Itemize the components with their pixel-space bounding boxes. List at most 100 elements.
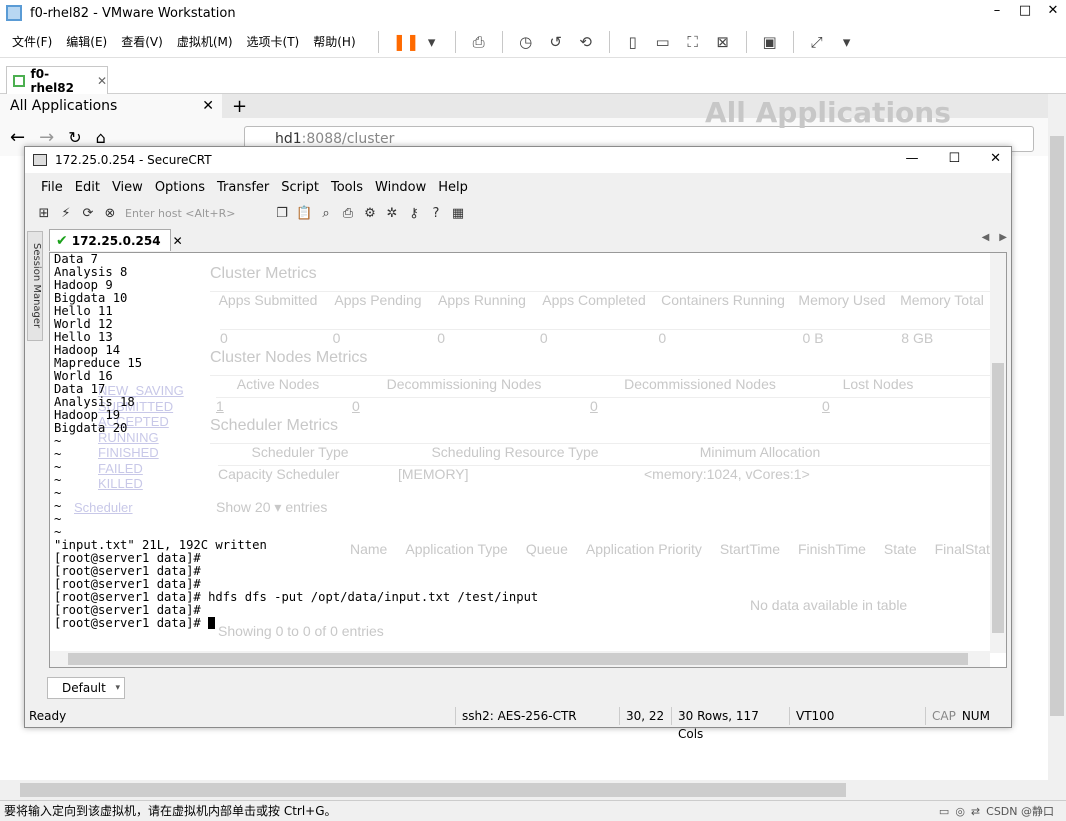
- terminal-line: ~: [54, 499, 62, 513]
- thumbnail-bar-icon[interactable]: ▭: [654, 33, 672, 51]
- terminal-output: Data 7 Analysis 8 Hadoop 9 Bigdata 10 Hello …: [54, 253, 538, 630]
- terminal-line: World 16: [54, 369, 113, 383]
- menu-file[interactable]: 文件(F): [12, 33, 52, 50]
- reload-icon[interactable]: ↻: [68, 128, 81, 147]
- securecrt-app-icon: [33, 154, 47, 166]
- tab-prev-icon[interactable]: ◀: [982, 232, 990, 243]
- revert-snapshot-icon[interactable]: ↺: [547, 33, 565, 51]
- session-tab[interactable]: ✔ 172.25.0.254 ✕: [49, 229, 183, 251]
- browser-tab-close-icon[interactable]: ✕: [202, 98, 214, 114]
- terminal-line: ~: [54, 447, 62, 461]
- console-view-icon[interactable]: ▣: [761, 33, 779, 51]
- crt-maximize-button[interactable]: ☐: [948, 151, 960, 166]
- status-cipher: ssh2: AES-256-CTR: [455, 707, 619, 725]
- crt-menu-script[interactable]: Script: [281, 180, 319, 195]
- maximize-button[interactable]: □: [1018, 3, 1032, 18]
- securecrt-window: 172.25.0.254 - SecureCRT — ☐ ✕ File Edit…: [24, 146, 1012, 741]
- menu-vm[interactable]: 虚拟机(M): [177, 33, 233, 50]
- menu-edit[interactable]: 编辑(E): [66, 33, 107, 50]
- find-icon[interactable]: ⌕: [318, 206, 334, 222]
- stretch-dropdown-icon[interactable]: ▾: [838, 33, 856, 51]
- terminal-line: Bigdata 10: [54, 291, 128, 305]
- home-icon[interactable]: ⌂: [96, 128, 106, 147]
- vm-vertical-scrollbar[interactable]: [1048, 94, 1066, 780]
- terminal-cursor: [208, 617, 216, 629]
- forward-icon[interactable]: →: [39, 127, 54, 148]
- vm-running-icon: [13, 74, 25, 87]
- reconnect-icon[interactable]: ⟳: [80, 206, 96, 222]
- disconnect-icon[interactable]: ⊗: [102, 206, 118, 222]
- tab-next-icon[interactable]: ▶: [999, 232, 1007, 243]
- crt-menu-window[interactable]: Window: [375, 180, 426, 195]
- vm-tab[interactable]: f0-rhel82 ✕: [6, 66, 108, 95]
- network-icon[interactable]: ⇄: [971, 801, 980, 821]
- status-terminal-type: VT100: [789, 707, 925, 725]
- crt-menu-help[interactable]: Help: [438, 180, 468, 195]
- back-icon[interactable]: ←: [10, 127, 25, 148]
- status-num: NUM: [961, 709, 990, 723]
- sftp-icon[interactable]: ▦: [450, 206, 466, 222]
- terminal-view[interactable]: Cluster Metrics Apps Submitted Apps Pend…: [49, 252, 1007, 668]
- browser-tab[interactable]: All Applications ✕: [0, 94, 222, 118]
- terminal-line: ~: [54, 460, 62, 474]
- key-icon[interactable]: ⚷: [406, 206, 422, 222]
- vm-horizontal-scrollbar[interactable]: [0, 780, 1048, 800]
- crt-menu-edit[interactable]: Edit: [75, 180, 100, 195]
- session-manager-tab[interactable]: Session Manager: [27, 231, 43, 341]
- securecrt-toolbar: ⊞ ⚡ ⟳ ⊗ Enter host <Alt+R> ❐ 📋 ⌕ ⎙ ⚙ ✲ ⚷…: [33, 201, 1009, 227]
- terminal-line: ~: [54, 512, 62, 526]
- snapshot-icon[interactable]: ◷: [517, 33, 535, 51]
- dropdown-icon[interactable]: ▾: [423, 33, 441, 51]
- menu-tabs[interactable]: 选项卡(T): [247, 33, 300, 50]
- stretch-icon[interactable]: ⤢: [808, 33, 826, 51]
- vm-tab-close-icon[interactable]: ✕: [97, 74, 107, 88]
- crt-close-button[interactable]: ✕: [990, 151, 1001, 166]
- terminal-line: World 12: [54, 317, 113, 331]
- vmware-menubar: 文件(F) 编辑(E) 查看(V) 虚拟机(M) 选项卡(T) 帮助(H) ❚❚…: [0, 26, 1066, 58]
- paste-icon[interactable]: 📋: [296, 206, 312, 222]
- menu-help[interactable]: 帮助(H): [313, 33, 355, 50]
- combo-dropdown-icon[interactable]: ▾: [115, 678, 120, 698]
- pause-icon[interactable]: ❚❚: [393, 32, 420, 51]
- connect-icon[interactable]: ⊞: [36, 206, 52, 222]
- vm-tab-label: f0-rhel82: [30, 66, 74, 95]
- crt-menu-file[interactable]: File: [41, 180, 63, 195]
- help-icon[interactable]: ?: [428, 206, 444, 222]
- quick-connect-icon[interactable]: ⚡: [58, 206, 74, 222]
- terminal-horizontal-scrollbar[interactable]: [50, 651, 990, 667]
- fullscreen-icon[interactable]: ⛶: [684, 33, 702, 51]
- terminal-vertical-scrollbar[interactable]: [990, 253, 1006, 653]
- hdd-icon[interactable]: ▭: [939, 801, 949, 821]
- terminal-line: [root@server1 data]#: [54, 617, 538, 630]
- host-input[interactable]: Enter host <Alt+R>: [121, 205, 271, 223]
- ghost-no-data: No data available in table: [750, 597, 908, 613]
- crt-menu-tools[interactable]: Tools: [331, 180, 363, 195]
- sidebar-toggle-icon[interactable]: ▯: [624, 33, 642, 51]
- copy-icon[interactable]: ❐: [274, 206, 290, 222]
- send-ctrl-alt-del-icon[interactable]: ⎙: [470, 33, 488, 51]
- minimize-button[interactable]: –: [990, 3, 1004, 18]
- global-options-icon[interactable]: ✲: [384, 206, 400, 222]
- terminal-line: ~: [54, 434, 62, 448]
- vmware-logo-icon: [6, 5, 22, 21]
- crt-menu-options[interactable]: Options: [155, 180, 205, 195]
- session-tab-close-icon[interactable]: ✕: [173, 234, 183, 248]
- crt-menu-transfer[interactable]: Transfer: [217, 180, 269, 195]
- session-tabs: ✔ 172.25.0.254 ✕ ◀ ▶: [49, 229, 1011, 251]
- session-tab-label: 172.25.0.254: [71, 233, 161, 248]
- close-button[interactable]: ✕: [1046, 3, 1060, 18]
- cd-icon[interactable]: ◎: [955, 801, 965, 821]
- session-combo[interactable]: Default ▾: [47, 677, 125, 699]
- terminal-line: Analysis 18: [54, 395, 135, 409]
- status-ready: Ready: [29, 709, 67, 723]
- session-options-icon[interactable]: ⚙: [362, 206, 378, 222]
- terminal-line: Analysis 8: [54, 265, 128, 279]
- hadoop-page-title: All Applications: [705, 96, 951, 129]
- print-icon[interactable]: ⎙: [340, 206, 356, 222]
- new-tab-icon[interactable]: +: [232, 96, 247, 117]
- snapshot-manager-icon[interactable]: ⟲: [577, 33, 595, 51]
- unity-icon[interactable]: ⊠: [714, 33, 732, 51]
- crt-menu-view[interactable]: View: [112, 180, 143, 195]
- crt-minimize-button[interactable]: —: [905, 151, 918, 166]
- menu-view[interactable]: 查看(V): [121, 33, 163, 50]
